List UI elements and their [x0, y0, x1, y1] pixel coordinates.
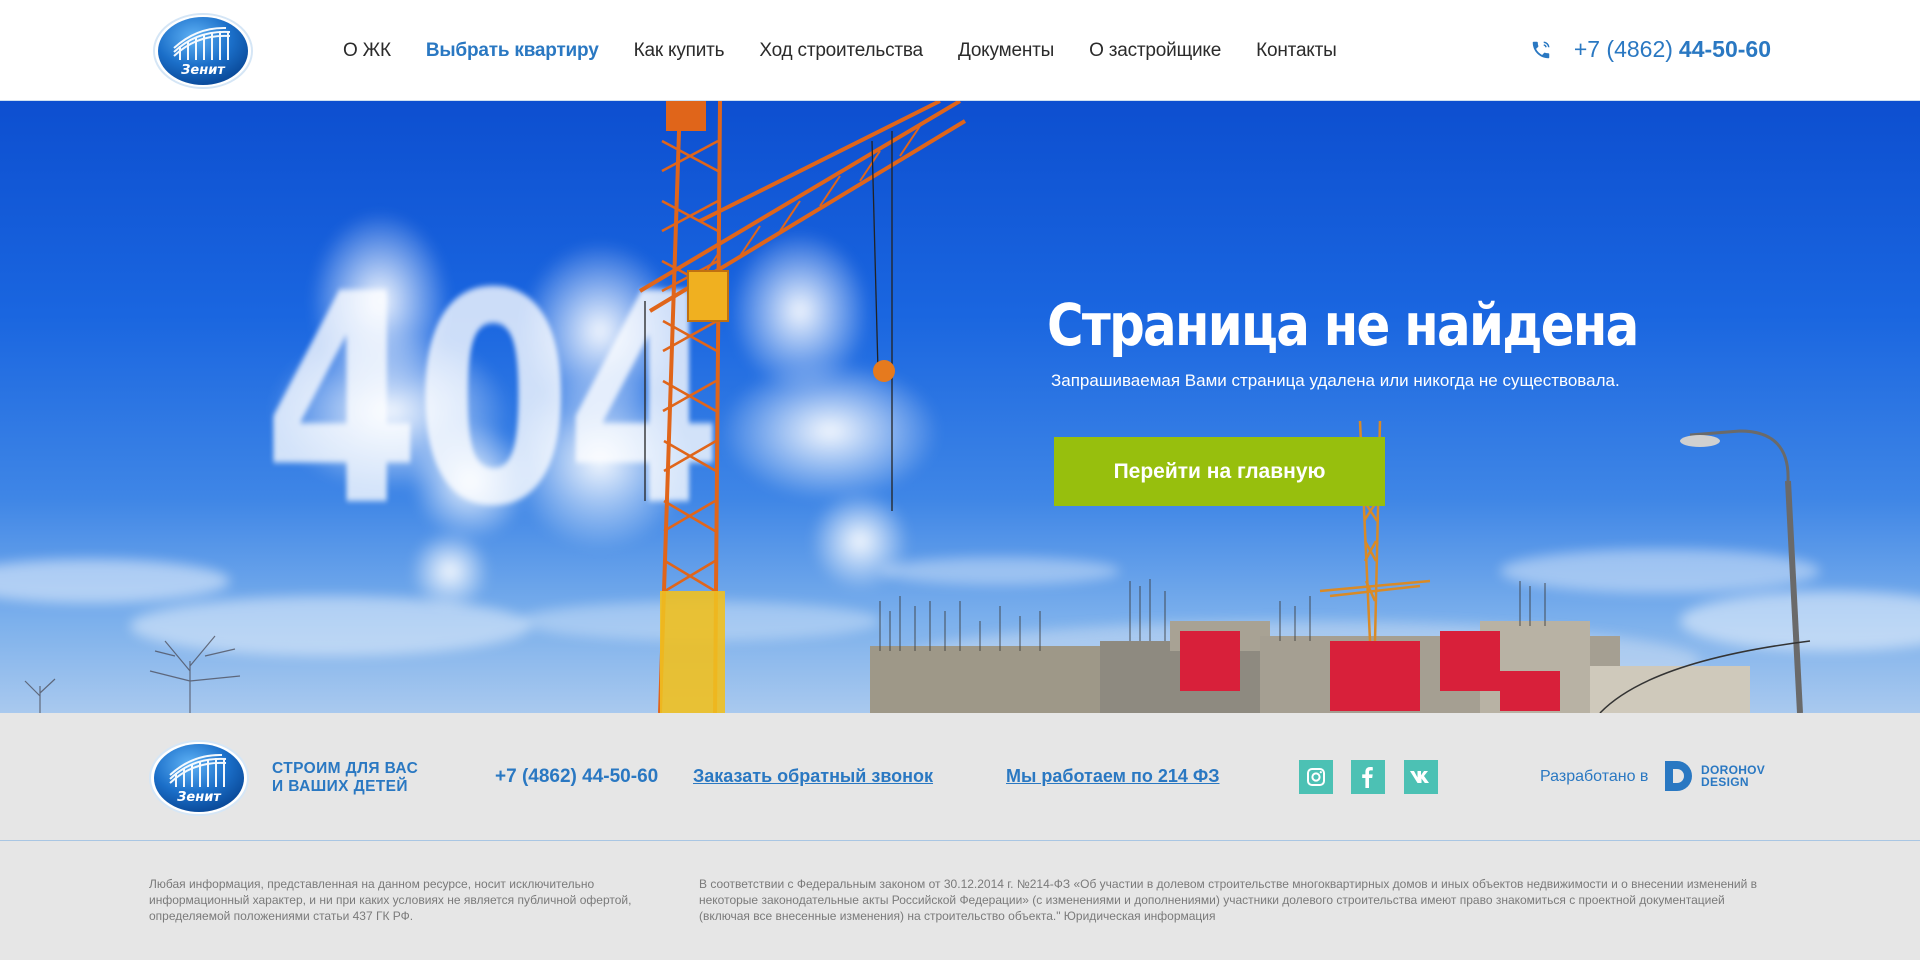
- hero-banner: 404 Страница не найдена Запрашиваемая Ва…: [0, 101, 1920, 713]
- legal-disclaimer: Любая информация, представленная на данн…: [149, 877, 632, 923]
- facebook-icon[interactable]: [1351, 760, 1385, 794]
- footer-logo-text: Зенит: [177, 790, 222, 805]
- slogan-line-2: И ВАШИХ ДЕТЕЙ: [272, 778, 408, 795]
- phone-prefix: +7 (4862): [1573, 36, 1673, 62]
- dorohov-d-icon: [1665, 761, 1692, 791]
- crane-base: [660, 591, 725, 713]
- developed-by-label: Разработано в: [1540, 768, 1649, 785]
- law-214-link[interactable]: Мы работаем по 214 ФЗ: [1006, 766, 1220, 787]
- dorohov-text: DOROHOV DESIGN: [1701, 764, 1765, 788]
- footer-phone[interactable]: +7 (4862) 44-50-60: [495, 766, 658, 788]
- phone-icon: [1532, 40, 1550, 58]
- dorohov-design-logo[interactable]: DOROHOV DESIGN: [1663, 759, 1765, 793]
- go-home-button[interactable]: Перейти на главную: [1054, 437, 1385, 506]
- zenit-logo[interactable]: Зенит: [152, 12, 254, 90]
- callback-link[interactable]: Заказать обратный звонок: [693, 766, 933, 787]
- dorohov-line-2: DESIGN: [1701, 775, 1749, 789]
- nav-item-contacts[interactable]: Контакты: [1256, 40, 1337, 62]
- nav-item-about-developer[interactable]: О застройщике: [1089, 40, 1221, 62]
- footer-top: Зенит СТРОИМ ДЛЯ ВАС И ВАШИХ ДЕТЕЙ +7 (4…: [0, 713, 1920, 841]
- crane-cabin: [687, 270, 729, 322]
- header-phone[interactable]: +7 (4862) 44-50-60: [1530, 36, 1771, 63]
- nav-item-how-to-buy[interactable]: Как купить: [634, 40, 725, 62]
- page-title: Страница не найдена: [1047, 291, 1639, 359]
- site-header: Зенит О ЖК Выбрать квартиру Как купить Х…: [0, 0, 1920, 101]
- lamp-head: [1680, 435, 1720, 447]
- legal-214fz-notice: В соответствии с Федеральным законом от …: [699, 877, 1757, 923]
- slogan-line-1: СТРОИМ ДЛЯ ВАС: [272, 760, 419, 777]
- buildings-under-construction: [870, 579, 1750, 713]
- instagram-icon[interactable]: [1299, 760, 1333, 794]
- logo-text: Зенит: [181, 63, 226, 78]
- nav-item-about[interactable]: О ЖК: [343, 40, 391, 62]
- construction-scene-illustration: 404: [0, 101, 1920, 713]
- crane-hook: [873, 360, 895, 382]
- footer-zenit-logo[interactable]: Зенит: [148, 739, 250, 817]
- page-subtitle: Запрашиваемая Вами страница удалена или …: [1051, 371, 1620, 390]
- phone-number: 44-50-60: [1678, 36, 1771, 62]
- nav-item-choose-apartment[interactable]: Выбрать квартиру: [426, 40, 599, 62]
- vk-icon[interactable]: [1404, 760, 1438, 794]
- nav-item-documents[interactable]: Документы: [958, 40, 1054, 62]
- footer-slogan: СТРОИМ ДЛЯ ВАС И ВАШИХ ДЕТЕЙ: [272, 760, 418, 796]
- main-nav: О ЖК Выбрать квартиру Как купить Ход стр…: [343, 0, 1372, 101]
- crane-top: [666, 101, 706, 131]
- nav-item-construction-progress[interactable]: Ход строительства: [759, 40, 923, 62]
